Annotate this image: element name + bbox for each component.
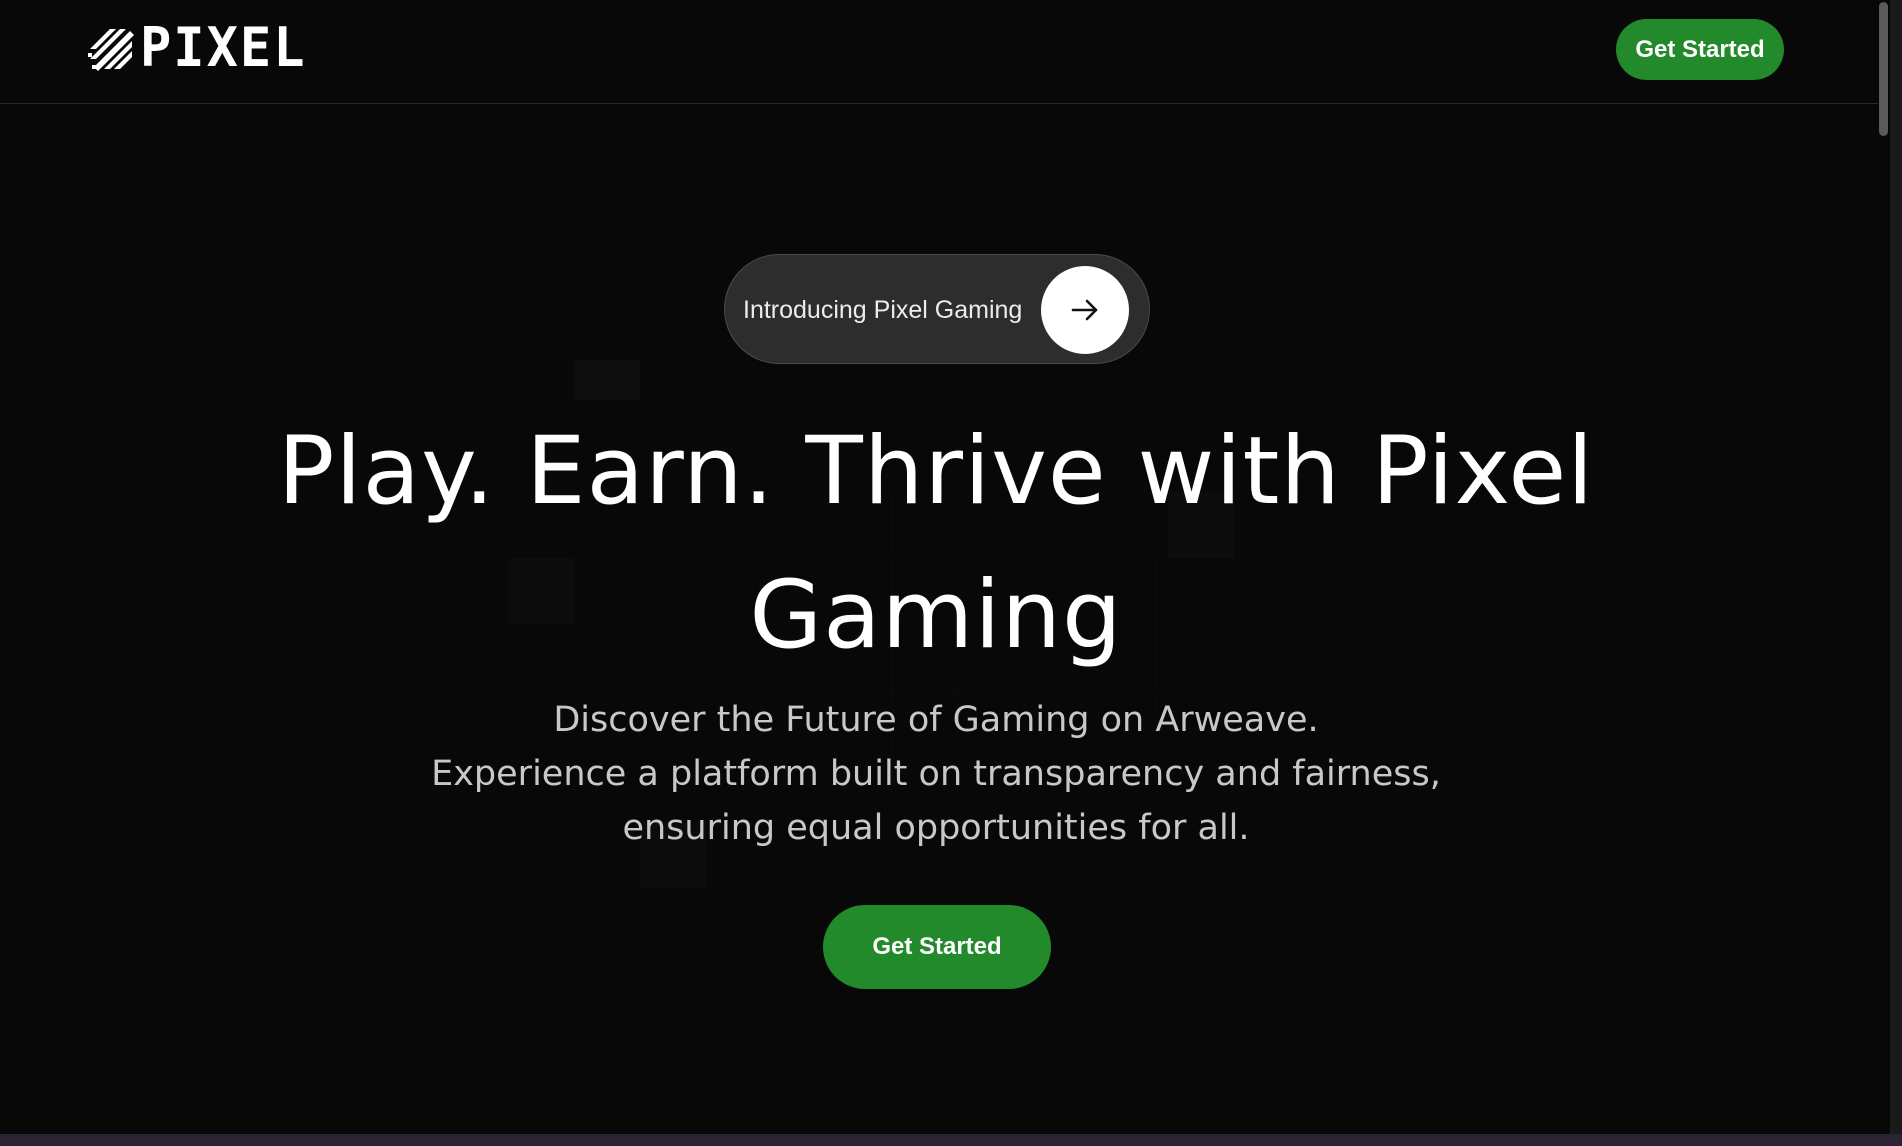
header-get-started-button[interactable]: Get Started <box>1616 19 1784 80</box>
hero-get-started-button[interactable]: Get Started <box>823 905 1051 989</box>
slashes-logo-icon <box>88 29 134 71</box>
logo-wordmark: PIXEL <box>140 16 307 80</box>
hero-headline: Play. Earn. Thrive with Pixel Gaming <box>260 400 1612 688</box>
page-viewport: PIXEL Get Started Introducing Pixel Gami… <box>0 0 1890 1134</box>
hero-description-line2: Experience a platform built on transpare… <box>431 754 1441 794</box>
intro-arrow-button[interactable] <box>1041 266 1129 354</box>
hero-description: Discover the Future of Gaming on Arweave… <box>360 693 1512 855</box>
hero-description-line3: ensuring equal opportunities for all. <box>622 808 1250 848</box>
window-bottom-edge <box>0 1134 1902 1146</box>
arrow-right-icon <box>1071 299 1098 321</box>
intro-pill-link[interactable]: Introducing Pixel Gaming <box>724 254 1150 364</box>
hero-headline-line2: Gaming <box>749 561 1123 670</box>
top-navbar: PIXEL Get Started <box>0 0 1878 104</box>
vertical-scrollbar-track[interactable] <box>1890 0 1902 1134</box>
vertical-scrollbar-thumb[interactable] <box>1879 2 1888 136</box>
hero-headline-line1: Play. Earn. Thrive with Pixel <box>277 417 1595 526</box>
hero-description-line1: Discover the Future of Gaming on Arweave… <box>553 700 1319 740</box>
intro-pill-label: Introducing Pixel Gaming <box>743 296 1023 324</box>
pixel-logo[interactable]: PIXEL <box>88 16 307 80</box>
